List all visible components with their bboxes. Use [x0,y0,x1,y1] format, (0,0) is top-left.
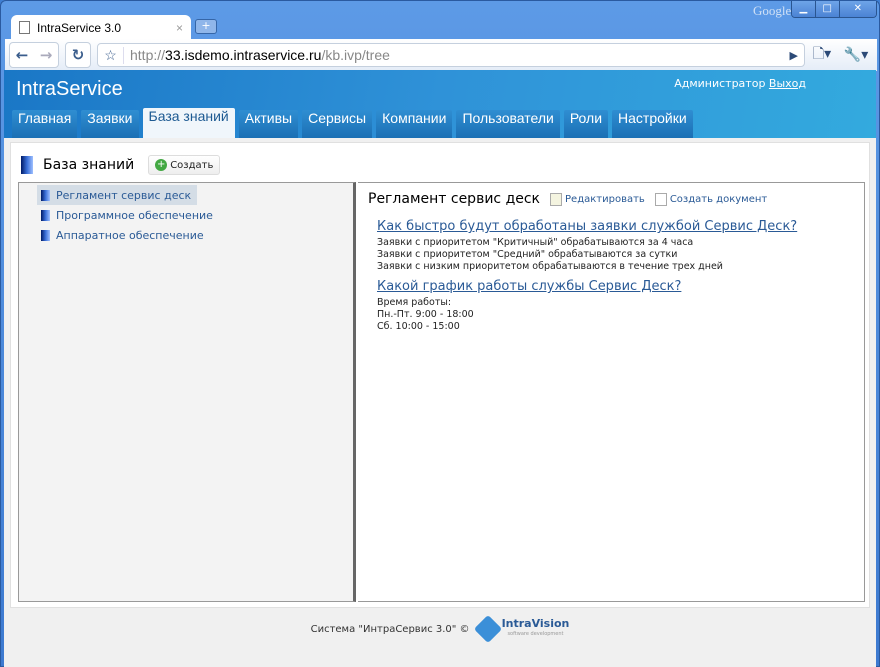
web-page: IntraService Администратор Выход Главная… [4,70,876,667]
go-icon[interactable]: ▶ [790,49,798,62]
minimize-button[interactable]: ▁ [792,1,816,17]
menu-assets[interactable]: Активы [238,110,299,138]
logo-subtext: software development [507,631,564,637]
browser-tab[interactable]: IntraService 3.0 × [11,15,191,40]
footer-text: Система "ИнтраСервис 3.0" © [310,623,470,635]
close-tab-icon[interactable]: × [176,21,183,35]
brand-label: Google [753,3,792,18]
logo-hex-icon [473,614,502,644]
new-document-icon [654,192,667,206]
tree-item-label: Аппаратное обеспечение [56,228,204,242]
content-area: База знаний + Создать Регламент сервис де… [10,142,870,608]
close-window-button[interactable]: ✕ [839,1,876,17]
book-icon [21,156,33,174]
new-tab-button[interactable]: + [195,19,217,34]
maximize-button[interactable]: □ [815,1,840,17]
answer-line: Время работы: [377,297,452,308]
menu-companies[interactable]: Компании [376,110,453,138]
article-title: Регламент сервис деск [368,191,541,207]
answer-line: Заявки с низким приоритетом обрабатывают… [377,261,723,272]
edit-label: Редактировать [565,193,645,205]
book-icon [41,229,50,241]
article-panel: Регламент сервис деск Редактировать Созд… [358,182,865,602]
menu-requests[interactable]: Заявки [81,110,139,138]
forward-button[interactable]: → [34,43,58,67]
logout-link[interactable]: Выход [769,77,806,90]
menu-roles[interactable]: Роли [563,110,609,138]
answer-line: Пн.-Пт. 9:00 - 18:00 [377,309,474,320]
tree-item-label: Регламент сервис деск [56,188,192,202]
reload-button[interactable]: ↻ [66,43,90,67]
tree-item[interactable]: Регламент сервис деск [37,185,197,205]
answer-line: Заявки с приоритетом "Средний" обрабатыв… [377,249,678,260]
create-document-label: Создать документ [669,193,768,205]
menu-settings[interactable]: Настройки [612,110,693,138]
tree-panel: Регламент сервис деск Программное обеспе… [18,182,356,602]
create-document-link[interactable]: Создать документ [654,192,768,206]
answer-line: Сб. 10:00 - 15:00 [377,321,460,332]
menu-users[interactable]: Пользователи [456,110,560,138]
answer-line: Заявки с приоритетом "Критичный" обрабат… [377,237,694,248]
url-path: /kb.ivp/tree [321,47,390,63]
bookmark-star-icon[interactable]: ☆ [98,46,124,64]
tab-title: IntraService 3.0 [37,20,122,35]
tree-item[interactable]: Аппаратное обеспечение [37,225,208,245]
user-info: Администратор Выход [674,77,806,90]
edit-icon [550,192,563,206]
app-logo: IntraService [16,78,123,100]
page-icon [19,21,30,34]
app-header: IntraService Администратор Выход Главная… [4,70,876,138]
footer: Система "ИнтраСервис 3.0" © IntraVision s… [4,610,876,648]
url-host: 33.isdemo.intraservice.ru [165,47,322,63]
menu-home[interactable]: Главная [12,110,78,138]
question-link[interactable]: Какой график работы службы Сервис Деск? [377,279,854,294]
question-link[interactable]: Как быстро будут обработаны заявки служб… [377,219,854,234]
main-menu: Главная Заявки База знаний Активы Сервис… [12,108,693,138]
page-title: База знаний [43,157,135,173]
create-label: Создать [170,159,214,171]
tree-item[interactable]: Программное обеспечение [37,205,217,225]
wrench-menu-icon[interactable]: 🔧▾ [839,47,873,63]
edit-link[interactable]: Редактировать [550,192,645,206]
url-prefix: http:// [130,47,166,63]
menu-knowledge-base[interactable]: База знаний [142,108,235,138]
tree-item-label: Программное обеспечение [56,208,213,222]
window-controls: ▁ □ ✕ [791,1,877,18]
page-menu-icon[interactable]: 🗋▾ [805,43,839,67]
plus-icon: + [155,159,168,171]
browser-toolbar: ← → ↻ ☆ http://33.isdemo.intraservice.ru/k… [5,39,877,71]
book-icon [41,209,50,221]
menu-services[interactable]: Сервисы [302,110,373,138]
intravision-logo: IntraVision software development [473,614,569,644]
user-name: Администратор [674,77,766,90]
book-icon [41,189,50,201]
address-bar[interactable]: ☆ http://33.isdemo.intraservice.ru/kb.ivp… [97,43,805,67]
create-button[interactable]: + Создать [148,155,221,175]
back-button[interactable]: ← [10,43,34,67]
